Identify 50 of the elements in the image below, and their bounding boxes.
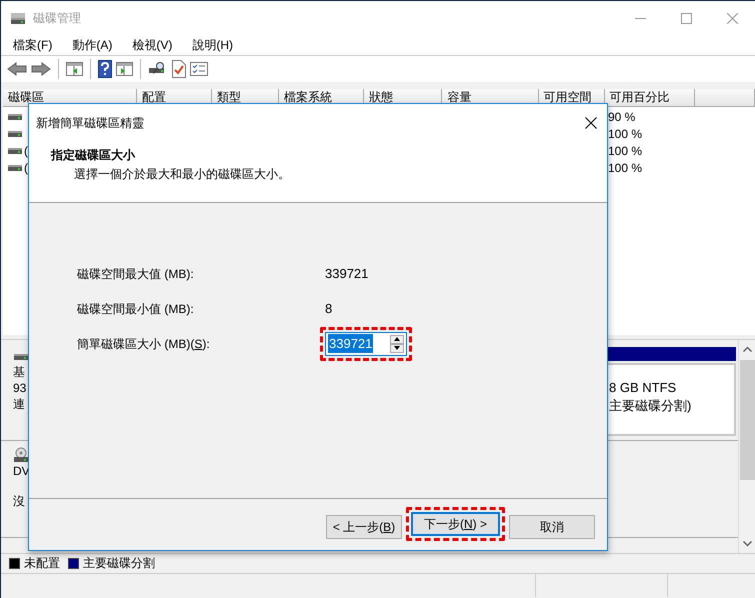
partition-text: 8 GB NTFS: [609, 378, 676, 396]
column-header[interactable]: 可用百分比: [604, 89, 694, 106]
table-cell-text: 100 %: [608, 143, 642, 160]
wizard-button[interactable]: 取消: [509, 515, 595, 539]
scroll-down-icon[interactable]: [742, 540, 752, 546]
down-triangle-icon: [394, 346, 400, 350]
legend-label: 未配置: [24, 555, 60, 572]
field-label: 簡單磁碟區大小 (MB)(S):: [77, 336, 210, 350]
table-cell: (: [24, 161, 28, 175]
table-cell-text: 100 %: [608, 160, 642, 177]
menu-item[interactable]: 檢視(V): [120, 35, 180, 55]
disk-label: 連: [13, 396, 25, 412]
legend-label: 主要磁碟分割: [83, 555, 155, 572]
wizard-heading: 指定磁碟區大小: [51, 147, 135, 164]
disk-label: 93: [13, 380, 26, 396]
disc-drive-icon: [13, 446, 29, 462]
close-icon[interactable]: [585, 117, 597, 129]
panel-icon[interactable]: [66, 61, 83, 77]
disk-label: 沒: [13, 492, 25, 508]
disk-label: 基: [13, 364, 25, 380]
up-triangle-icon: [394, 337, 400, 341]
menu-item[interactable]: 動作(A): [60, 35, 120, 55]
dialog-title: 新增簡單磁碟區精靈: [36, 115, 144, 132]
table-cell: (: [24, 144, 28, 158]
field-label: 磁碟空間最小值 (MB):: [77, 302, 194, 316]
maximize-icon[interactable]: [680, 12, 692, 24]
table-cell-text: 90 %: [608, 109, 636, 126]
wizard-button[interactable]: < 上一步(B): [326, 515, 402, 539]
window-title: 磁碟管理: [33, 10, 81, 27]
field-value: 339721: [325, 264, 368, 283]
back-arrow-icon[interactable]: [7, 61, 27, 77]
scroll-up-icon[interactable]: [742, 346, 752, 352]
field-label: 磁碟空間最大值 (MB):: [77, 266, 194, 280]
table-cell-text: 100 %: [608, 126, 642, 143]
wizard-button[interactable]: 下一步(N) >: [411, 512, 500, 536]
spin-up-button[interactable]: [390, 334, 404, 344]
checklist-icon[interactable]: [190, 61, 208, 77]
forward-arrow-icon[interactable]: [31, 61, 51, 77]
scrollbar[interactable]: [738, 340, 755, 552]
checkmark-document-icon[interactable]: [172, 60, 186, 78]
number-field[interactable]: 339721: [325, 332, 407, 356]
panel-icon[interactable]: [116, 61, 133, 77]
drive-icon: [10, 11, 26, 25]
menu-item[interactable]: 說明(H): [180, 35, 241, 55]
field-value: 8: [325, 300, 332, 318]
menu-item[interactable]: 檔案(F): [1, 35, 60, 55]
scroll-thumb[interactable]: [740, 360, 754, 480]
partition-text: 主要磁碟分割): [609, 396, 692, 414]
help-icon[interactable]: [98, 60, 112, 78]
wizard-subtitle: 選擇一個介於最大和最小的磁碟區大小。: [73, 166, 290, 183]
